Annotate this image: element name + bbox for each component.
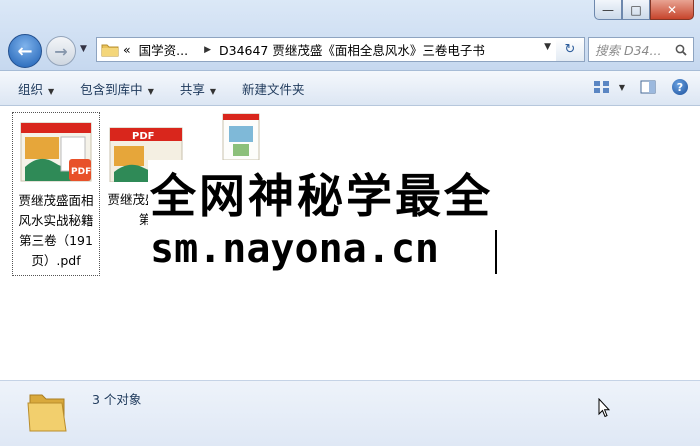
svg-text:PDF: PDF [71,167,91,177]
share-menu[interactable]: 共享 ▼ [172,75,224,102]
svg-text:PDF: PDF [132,131,154,142]
command-bar: 组织 ▼ 包含到库中 ▼ 共享 ▼ 新建文件夹 ▼ ? [0,71,700,106]
help-button[interactable]: ? [668,76,692,98]
maximize-button[interactable]: □ [622,0,650,20]
help-icon: ? [672,79,688,95]
organize-label: 组织 [18,81,44,97]
preview-pane-button[interactable] [636,76,660,98]
view-dropdown-button[interactable]: ▼ [616,76,628,98]
file-name: 贾继茂盛面相风水实战秘籍第三卷（191页）.pdf [18,193,94,268]
forward-arrow-icon: → [54,41,68,61]
search-icon[interactable] [675,44,687,56]
watermark-overlay: 全网神秘学最全 sm.nayona.cn [148,160,554,283]
forward-button[interactable]: → [46,36,76,66]
preview-pane-icon [640,80,656,94]
folder-icon [101,44,119,56]
refresh-button[interactable]: ↻ [556,37,585,62]
breadcrumb-separator-icon[interactable]: ▶ [204,45,211,55]
back-button[interactable]: ← [8,34,42,68]
chevron-down-icon: ▼ [618,82,626,92]
pdf-thumbnail-icon: PDF [20,122,92,182]
breadcrumb-item-current[interactable]: D34647 贾继茂盛《面相全息风水》三卷电子书 [219,40,485,59]
file-item[interactable]: PDF 贾继茂盛面相风水实战秘籍第三卷（191页）.pdf [12,112,100,276]
refresh-icon: ↻ [564,42,576,57]
title-bar: — □ ✕ ← → ▼ « 国学资... ▶ D34647 贾继茂盛《面相全息风… [0,0,700,71]
new-folder-button[interactable]: 新建文件夹 [234,75,313,102]
change-view-button[interactable] [590,76,614,98]
explorer-window: — □ ✕ ← → ▼ « 国学资... ▶ D34647 贾继茂盛《面相全息风… [0,0,700,446]
include-in-library-menu[interactable]: 包含到库中 ▼ [72,75,162,102]
search-input[interactable]: 搜索 D34... [588,37,694,62]
text-caret [495,230,497,274]
watermark-title: 全网神秘学最全 [150,169,493,223]
minimize-button[interactable]: — [594,0,622,20]
close-button[interactable]: ✕ [650,0,694,20]
organize-menu[interactable]: 组织 ▼ [10,75,62,102]
breadcrumb-item-parent[interactable]: 国学资... [139,40,188,59]
address-bar[interactable]: « 国学资... ▶ D34647 贾继茂盛《面相全息风水》三卷电子书 ▼ [96,37,558,62]
details-pane: 3 个对象 [0,380,700,446]
view-options-icon [594,81,609,93]
watermark-url: sm.nayona.cn [150,226,439,272]
chevron-down-icon: ▼ [209,86,217,96]
view-controls: ▼ ? [582,76,692,98]
mouse-pointer-icon [598,398,610,418]
back-arrow-icon: ← [17,40,33,62]
chevron-down-icon: ▼ [48,86,55,96]
window-controls: — □ ✕ [594,0,694,20]
share-label: 共享 [179,81,205,97]
recent-pages-dropdown[interactable]: ▼ [80,44,90,54]
pdf-thumbnail-icon [222,113,260,161]
chevron-down-icon: ▼ [147,86,154,96]
folder-icon [27,394,67,432]
item-count: 3 个对象 [92,392,142,407]
new-folder-label: 新建文件夹 [242,81,305,97]
chevron-down-icon: ▼ [80,44,87,54]
search-placeholder: 搜索 D34... [595,43,662,58]
include-in-library-label: 包含到库中 [80,81,143,97]
breadcrumb-overflow[interactable]: « [123,42,131,57]
address-dropdown-icon[interactable]: ▼ [544,42,551,52]
